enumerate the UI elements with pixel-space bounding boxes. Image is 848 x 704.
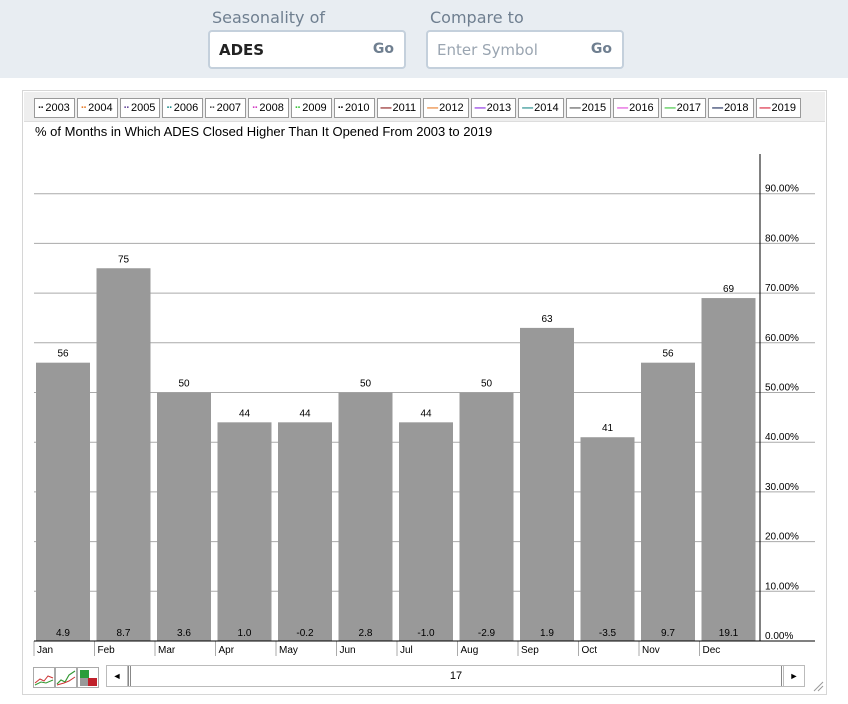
bar-chart-icon[interactable]: [77, 667, 99, 688]
avg-return-label: 19.1: [719, 628, 739, 639]
trend-chart-icon[interactable]: [55, 667, 77, 688]
bar-aug: [459, 392, 514, 641]
bar-apr: [217, 422, 272, 641]
bar-value-label: 50: [178, 379, 190, 390]
x-tick-label: Jan: [37, 645, 53, 656]
x-tick-label: Nov: [642, 645, 660, 656]
y-tick-label: 40.00%: [765, 432, 799, 443]
x-tick-label: Mar: [158, 645, 176, 656]
bar-value-label: 56: [57, 349, 69, 360]
scroll-value: 17: [449, 670, 463, 682]
bar-value-label: 75: [118, 254, 130, 265]
bar-sep: [520, 327, 574, 641]
avg-return-label: 8.7: [117, 628, 131, 639]
avg-return-label: 9.7: [661, 628, 675, 639]
x-tick-label: May: [279, 645, 298, 656]
scroll-right-arrow[interactable]: ►: [783, 665, 805, 687]
bar-jan: [36, 362, 90, 641]
avg-return-label: 2.8: [359, 628, 373, 639]
bar-feb: [96, 268, 151, 641]
bar-value-label: 44: [239, 408, 251, 419]
avg-return-label: -2.9: [478, 628, 496, 639]
y-tick-label: 50.00%: [765, 383, 799, 394]
bar-value-label: 56: [662, 349, 674, 360]
bar-value-label: 44: [420, 408, 432, 419]
bar-value-label: 69: [723, 284, 735, 295]
y-tick-label: 30.00%: [765, 482, 799, 493]
resize-grip-icon[interactable]: [812, 680, 824, 692]
x-tick-label: Oct: [582, 645, 598, 656]
bar-oct: [580, 437, 635, 641]
bar-dec: [701, 298, 756, 641]
x-tick-label: Jun: [340, 645, 356, 656]
x-tick-label: Sep: [521, 645, 539, 656]
avg-return-label: -0.2: [296, 628, 314, 639]
avg-return-label: 1.0: [238, 628, 252, 639]
y-tick-label: 90.00%: [765, 184, 799, 195]
x-tick-label: Apr: [219, 645, 235, 656]
bar-nov: [641, 362, 695, 641]
y-tick-label: 0.00%: [765, 631, 793, 642]
y-tick-label: 10.00%: [765, 581, 799, 592]
x-tick-label: Aug: [461, 645, 479, 656]
avg-return-label: -3.5: [599, 628, 617, 639]
line-chart-icon[interactable]: [33, 667, 55, 688]
y-tick-label: 70.00%: [765, 283, 799, 294]
y-tick-label: 20.00%: [765, 532, 799, 543]
scroll-left-arrow[interactable]: ◄: [106, 665, 128, 687]
bar-jun: [338, 392, 393, 641]
y-tick-label: 80.00%: [765, 233, 799, 244]
bar-may: [278, 422, 332, 641]
seasonality-bar-chart: 0.00% 10.00% 20.00% 30.00% 40.00% 50.00% 60.00…: [33, 154, 815, 656]
avg-return-label: 4.9: [56, 628, 70, 639]
scroll-thumb[interactable]: 17: [128, 666, 784, 686]
x-tick-label: Jul: [400, 645, 413, 656]
bar-jul: [399, 422, 453, 641]
x-tick-label: Feb: [98, 645, 116, 656]
bar-value-label: 50: [360, 379, 372, 390]
bar-value-label: 44: [299, 408, 311, 419]
bar-value-label: 41: [602, 423, 614, 434]
x-tick-label: Dec: [703, 645, 721, 656]
avg-return-label: -1.0: [417, 628, 435, 639]
avg-return-label: 1.9: [540, 628, 554, 639]
y-tick-label: 60.00%: [765, 333, 799, 344]
avg-return-label: 3.6: [177, 628, 191, 639]
bar-value-label: 63: [541, 314, 553, 325]
bar-mar: [157, 392, 211, 641]
bar-value-label: 50: [481, 379, 493, 390]
